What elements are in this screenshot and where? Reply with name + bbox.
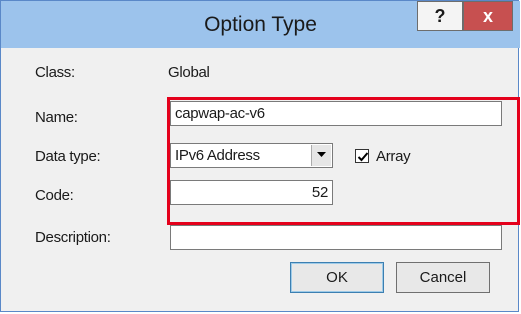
code-field-value: 52 bbox=[311, 184, 328, 201]
cancel-button[interactable]: Cancel bbox=[396, 262, 490, 293]
chevron-down-icon[interactable] bbox=[311, 145, 331, 166]
title-bar[interactable]: Option Type ? x bbox=[1, 1, 520, 48]
array-checkbox[interactable] bbox=[355, 149, 369, 163]
datatype-select-value: IPv6 Address bbox=[175, 147, 260, 164]
class-value: Global bbox=[168, 64, 210, 81]
name-field[interactable]: capwap-ac-v6 bbox=[170, 101, 502, 126]
code-field[interactable]: 52 bbox=[170, 180, 333, 205]
close-icon: x bbox=[482, 5, 493, 26]
class-label: Class: bbox=[35, 64, 75, 81]
help-icon: ? bbox=[434, 5, 446, 26]
datatype-label: Data type: bbox=[35, 148, 101, 165]
name-field-value: capwap-ac-v6 bbox=[175, 105, 265, 122]
name-label: Name: bbox=[35, 109, 78, 126]
close-button[interactable]: x bbox=[463, 1, 513, 31]
checkmark-icon bbox=[357, 152, 369, 162]
ok-button[interactable]: OK bbox=[290, 262, 384, 293]
datatype-select[interactable]: IPv6 Address bbox=[170, 143, 333, 168]
description-field[interactable] bbox=[170, 225, 502, 250]
code-label: Code: bbox=[35, 187, 74, 204]
array-label: Array bbox=[376, 148, 411, 165]
help-button[interactable]: ? bbox=[417, 1, 463, 31]
description-label: Description: bbox=[35, 229, 111, 246]
